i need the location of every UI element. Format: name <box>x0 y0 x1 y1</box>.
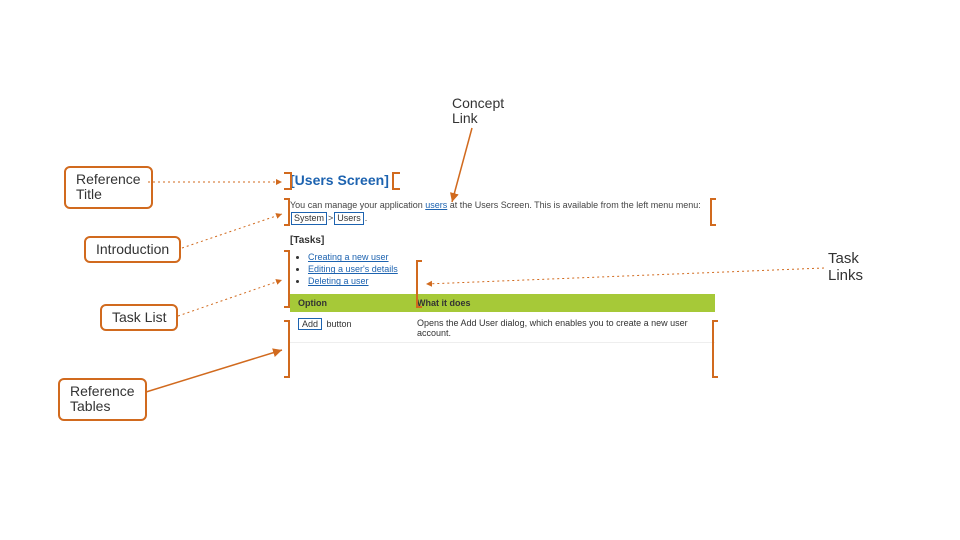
task-list-item: Editing a user's details <box>308 264 715 274</box>
bracket-tasks-r <box>416 260 422 308</box>
task-links-text: Task Links <box>828 250 863 284</box>
bracket-intro-r <box>710 198 716 226</box>
bracket-tasks-l <box>284 250 290 308</box>
bracket-intro-l <box>284 198 290 226</box>
task-link-delete[interactable]: Deleting a user <box>308 276 369 286</box>
introduction-paragraph: You can manage your application users at… <box>290 200 715 225</box>
breadcrumb-users[interactable]: Users <box>334 212 364 226</box>
page-title-text: Users Screen <box>295 172 385 188</box>
intro-pre: You can manage your application <box>290 200 425 210</box>
concept-link-text: Concept Link <box>452 95 504 126</box>
reference-table: Option What it does Add button Opens the… <box>290 294 715 343</box>
th-what: What it does <box>409 294 715 313</box>
th-option: Option <box>290 294 409 313</box>
concept-link-label: Concept Link <box>442 92 514 131</box>
bracket-title <box>284 172 292 190</box>
task-link-edit[interactable]: Editing a user's details <box>308 264 398 274</box>
table-row: Add button Opens the Add User dialog, wh… <box>290 313 715 343</box>
task-list-item: Creating a new user <box>308 252 715 262</box>
tasks-heading-text: Tasks <box>293 235 321 246</box>
table-header-row: Option What it does <box>290 294 715 313</box>
intro-post: at the Users Screen. This is available f… <box>447 200 700 210</box>
reference-tables-text: Reference Tables <box>70 383 135 414</box>
introduction-label: Introduction <box>84 236 181 263</box>
task-link-create[interactable]: Creating a new user <box>308 252 389 262</box>
task-list-text: Task List <box>112 309 166 325</box>
task-list-label: Task List <box>100 304 178 331</box>
bracket-title-r <box>392 172 400 190</box>
bracket-table-l <box>284 320 290 378</box>
page-title: [Users Screen] <box>290 172 715 188</box>
tasks-heading: [Tasks] <box>290 235 715 246</box>
task-list: Creating a new user Editing a user's det… <box>308 252 715 286</box>
td-option: Add button <box>290 313 409 343</box>
task-list-item: Deleting a user <box>308 276 715 286</box>
task-links-label: Task Links <box>828 250 863 284</box>
breadcrumb-system[interactable]: System <box>291 212 327 226</box>
reference-tables-label: Reference Tables <box>58 378 147 421</box>
reference-title-label: Reference Title <box>64 166 153 209</box>
document-panel: [Users Screen] You can manage your appli… <box>290 172 715 343</box>
users-concept-link[interactable]: users <box>425 200 447 210</box>
reference-title-text: Reference Title <box>76 171 141 202</box>
introduction-text: Introduction <box>96 241 169 257</box>
td-option-suffix: button <box>324 319 352 329</box>
bracket-table-r <box>712 320 718 378</box>
add-button-chip[interactable]: Add <box>298 318 322 330</box>
td-what: Opens the Add User dialog, which enables… <box>409 313 715 343</box>
